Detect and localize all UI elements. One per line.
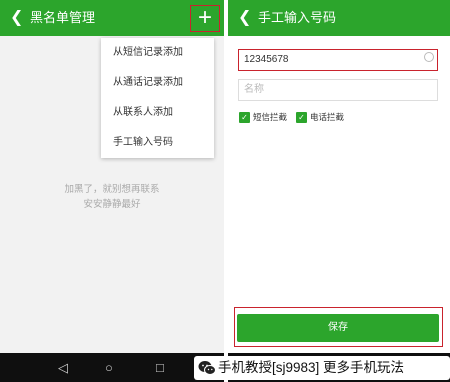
phone-number-input[interactable]: 12345678 [238, 49, 438, 71]
nav-home-icon[interactable]: ○ [105, 353, 113, 382]
nav-back-icon[interactable]: ◁ [58, 353, 68, 382]
name-input[interactable]: 名称 [238, 79, 438, 101]
save-button[interactable]: 保存 [237, 314, 439, 342]
menu-item-from-contacts[interactable]: 从联系人添加 [101, 98, 214, 128]
clear-icon[interactable] [424, 52, 434, 62]
sms-block-checkbox[interactable]: ✓ [239, 112, 250, 123]
nav-recents-icon[interactable]: □ [156, 353, 164, 382]
wechat-icon [198, 361, 216, 375]
page-title: 手工输入号码 [258, 10, 337, 25]
menu-item-from-calls[interactable]: 从通话记录添加 [101, 68, 214, 98]
system-nav-bar: ◁ ○ □ [0, 353, 224, 382]
back-chevron-icon[interactable]: ❮ [10, 0, 23, 36]
call-block-label: 电话拦截 [310, 112, 345, 122]
add-menu: 从短信记录添加 从通话记录添加 从联系人添加 手工输入号码 [101, 38, 214, 158]
page-title: 黑名单管理 [30, 10, 96, 25]
menu-item-manual-input[interactable]: 手工输入号码 [101, 128, 214, 158]
plus-icon: + [197, 4, 212, 31]
sms-block-label: 短信拦截 [253, 112, 288, 122]
title-bar: ❮ 手工输入号码 [228, 0, 450, 36]
empty-state-subtext: 安安静静最好 [83, 199, 141, 210]
call-block-checkbox[interactable]: ✓ [296, 112, 307, 123]
back-chevron-icon[interactable]: ❮ [238, 0, 251, 36]
menu-item-from-sms[interactable]: 从短信记录添加 [101, 38, 214, 68]
blacklist-screen: ❮ 黑名单管理 + 从短信记录添加 从通话记录添加 从联系人添加 手工输入号码 … [0, 0, 224, 382]
empty-state-text: 加黑了，就别想再联系 [64, 184, 160, 195]
add-button[interactable]: + [190, 5, 220, 32]
watermark-text: 手机教授[sj9983] 更多手机玩法 [218, 360, 405, 375]
title-bar: ❮ 黑名单管理 + [0, 0, 224, 36]
watermark: 手机教授[sj9983] 更多手机玩法 [194, 356, 450, 380]
manual-input-screen: ❮ 手工输入号码 12345678 名称 ✓ 短信拦截 ✓ 电话拦截 保存 [228, 0, 450, 382]
